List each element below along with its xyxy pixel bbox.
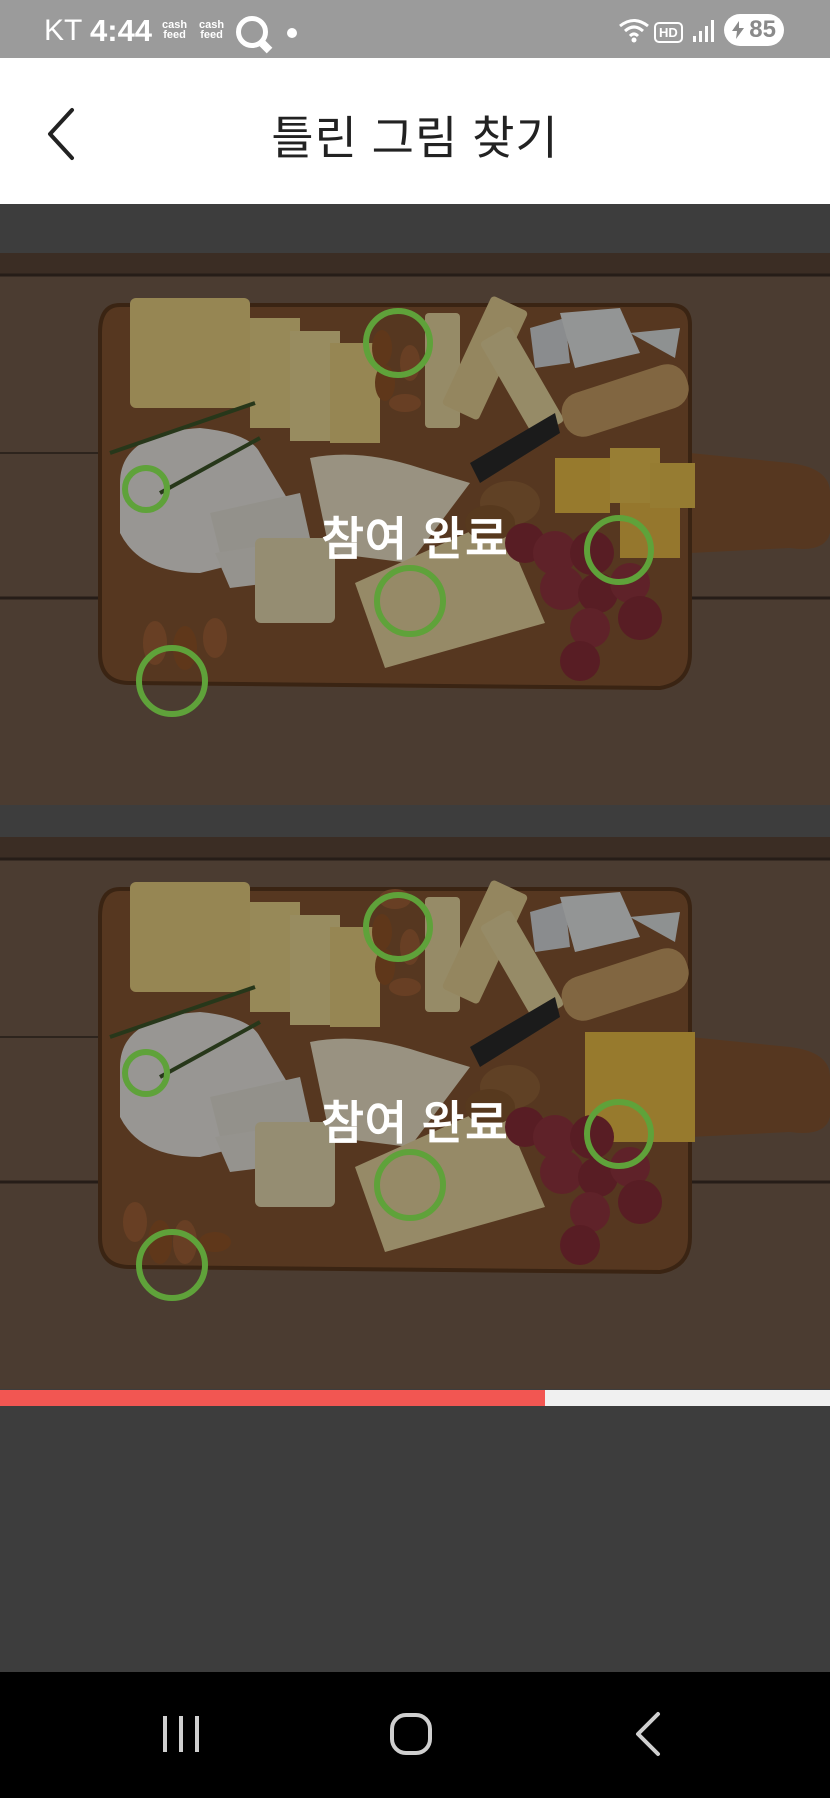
participation-complete-label: 참여 완료 <box>321 1097 509 1149</box>
found-difference-marker <box>363 308 433 378</box>
found-difference-marker <box>374 565 446 637</box>
hd-icon: HD <box>654 22 683 43</box>
progress-bar <box>0 1390 830 1406</box>
cashfeed-notification-icon-2: cash feed <box>199 19 225 41</box>
system-nav-bar <box>0 1672 830 1798</box>
battery-charging-icon <box>732 21 744 39</box>
found-difference-marker <box>136 645 208 717</box>
found-difference-marker <box>136 1229 208 1301</box>
original-image-panel[interactable]: 참여 완료 <box>0 253 830 805</box>
found-difference-marker <box>374 1149 446 1221</box>
participation-complete-label: 참여 완료 <box>321 513 509 565</box>
signal-icon <box>693 20 714 42</box>
cashfeed-notification-icon: cash feed <box>162 19 188 41</box>
page-title: 틀린 그림 찾기 <box>271 112 559 164</box>
found-difference-marker <box>363 892 433 962</box>
battery-level: 85 <box>749 16 776 43</box>
notification-dot-icon <box>287 28 297 38</box>
carrier-label: KT <box>44 14 83 47</box>
app-header: 틀린 그림 찾기 <box>0 58 830 204</box>
q-app-icon <box>236 16 268 48</box>
status-bar: KT 4:44 cash feed cash feed HD 85 <box>0 0 830 58</box>
home-icon[interactable] <box>388 1706 434 1762</box>
clock: 4:44 <box>90 13 153 48</box>
progress-fill <box>0 1390 546 1406</box>
battery-indicator: 85 <box>724 14 784 46</box>
modified-image-panel[interactable]: 참여 완료 <box>0 837 830 1389</box>
recent-apps-icon[interactable] <box>158 1706 204 1762</box>
back-icon[interactable] <box>628 1706 674 1762</box>
wifi-icon <box>619 19 649 43</box>
